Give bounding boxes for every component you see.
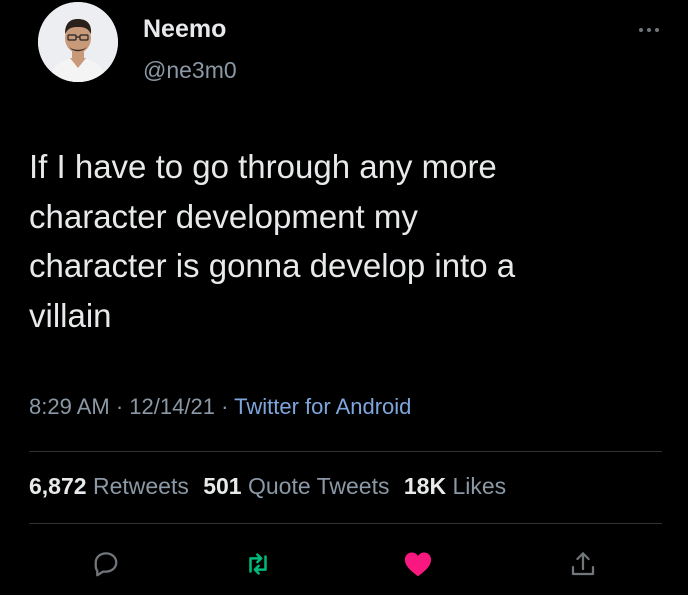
reply-icon xyxy=(94,552,118,577)
meta-separator: · xyxy=(115,394,124,419)
quote-tweets-count: 501 xyxy=(203,473,242,499)
quote-tweets-label: Quote Tweets xyxy=(247,473,390,499)
action-bar xyxy=(0,540,688,588)
tweet-time: 8:29 AM xyxy=(29,394,110,419)
more-options-icon[interactable] xyxy=(634,22,664,38)
meta-separator: · xyxy=(221,394,229,419)
reply-button[interactable] xyxy=(88,546,124,582)
retweets-count: 6,872 xyxy=(29,473,87,499)
more-dot xyxy=(647,28,651,32)
tweet-stats: 6,872 Retweets 501 Quote Tweets 18K Like… xyxy=(29,473,514,500)
quote-tweets-stat[interactable]: 501 Quote Tweets xyxy=(203,473,389,499)
retweet-button[interactable] xyxy=(240,546,276,582)
divider xyxy=(29,523,662,524)
divider xyxy=(29,451,662,452)
user-handle[interactable]: @ne3m0 xyxy=(143,57,237,84)
likes-count: 18K xyxy=(403,473,447,499)
share-icon xyxy=(571,552,595,576)
tweet-text: If I have to go through any more charact… xyxy=(29,148,516,334)
more-dot xyxy=(655,28,659,32)
like-button[interactable] xyxy=(400,546,436,582)
more-dot xyxy=(639,28,643,32)
retweet-icon xyxy=(249,553,267,575)
heart-icon xyxy=(404,552,432,577)
retweets-stat[interactable]: 6,872 Retweets xyxy=(29,473,189,499)
retweets-label: Retweets xyxy=(92,473,189,499)
avatar[interactable] xyxy=(38,2,118,82)
avatar-image xyxy=(38,2,118,82)
likes-stat[interactable]: 18K Likes xyxy=(404,473,506,499)
share-button[interactable] xyxy=(565,546,601,582)
likes-label: Likes xyxy=(452,473,507,499)
display-name[interactable]: Neemo xyxy=(143,15,226,44)
tweet-date: 12/14/21 xyxy=(129,394,215,419)
tweet-source-link[interactable]: Twitter for Android xyxy=(234,394,411,419)
tweet-meta: 8:29 AM · 12/14/21 · Twitter for Android xyxy=(29,394,411,420)
